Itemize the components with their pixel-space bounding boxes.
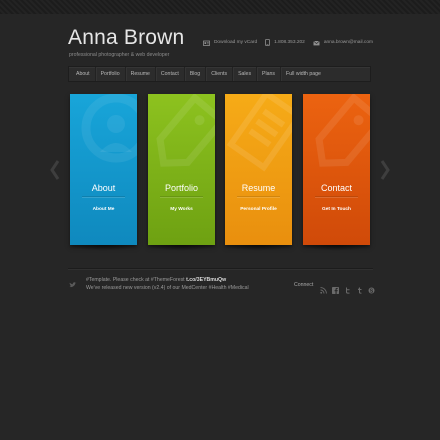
top-texture-strip — [0, 0, 440, 14]
card-contact[interactable]: Contact Get In Touch — [303, 94, 370, 245]
mail-icon — [313, 40, 320, 45]
card-divider — [160, 196, 203, 197]
nav-item-resume[interactable]: Resume — [126, 67, 156, 81]
twitter-bird-icon — [69, 282, 77, 288]
nav-item-blog[interactable]: Blog — [185, 67, 207, 81]
header: Anna Brown professional photographer & w… — [68, 26, 373, 62]
card-about-title: About — [91, 183, 116, 193]
phone-item: 1.808.353.202 — [265, 39, 305, 46]
tag-icon — [315, 94, 370, 167]
facebook-icon[interactable] — [332, 281, 339, 294]
card-shadow — [148, 245, 215, 251]
main-nav: About Portfolio Resume Contact Blog Clie… — [68, 66, 371, 82]
card-resume-title: Resume — [241, 183, 276, 193]
card-portfolio[interactable]: Portfolio My Works — [148, 94, 215, 245]
site-title[interactable]: Anna Brown — [68, 26, 184, 50]
tweet-2: We've released new version (v2.4) of our… — [86, 284, 249, 291]
rss-icon[interactable] — [320, 281, 327, 294]
card-divider — [315, 196, 358, 197]
nav-item-portfolio[interactable]: Portfolio — [96, 67, 126, 81]
card-about-subtitle: About Me — [92, 207, 115, 212]
card-divider — [237, 196, 280, 197]
nav-item-about[interactable]: About — [71, 67, 96, 81]
pencil-icon — [226, 94, 292, 172]
tag-icon — [156, 94, 215, 167]
vcard-icon — [203, 40, 210, 46]
card-shadow — [70, 245, 137, 251]
card-resume[interactable]: Resume Personal Profile — [225, 94, 292, 245]
card-shadow — [303, 245, 370, 251]
tweet-1-link[interactable]: t.co/3EYBmuQw — [186, 277, 226, 283]
header-contacts: Download my vCard 1.808.353.202 anna.bro… — [195, 39, 373, 46]
card-portfolio-subtitle: My Works — [170, 207, 193, 212]
vcard-link[interactable]: Download my vCard — [203, 40, 257, 46]
latest-tweets: #Template. Please check at #ThemeForest … — [86, 277, 249, 292]
tumblr-icon[interactable] — [356, 281, 363, 294]
email-address: anna.brown@mail.com — [323, 40, 373, 45]
nav-item-plans[interactable]: Plans — [257, 67, 282, 81]
user-icon — [81, 94, 137, 163]
tweet-1-text: #Template. Please check at #ThemeForest — [86, 277, 185, 283]
site-tagline: professional photographer & web develope… — [69, 52, 170, 58]
slider-next-arrow-icon[interactable] — [380, 159, 390, 181]
skype-icon[interactable] — [368, 281, 375, 294]
twitter-icon[interactable] — [344, 281, 351, 294]
phone-icon — [265, 39, 270, 46]
nav-item-sales[interactable]: Sales — [233, 67, 258, 81]
connect-label: Connect — [294, 282, 314, 288]
card-contact-subtitle: Get In Touch — [322, 207, 351, 212]
card-contact-title: Contact — [320, 183, 353, 193]
vcard-label: Download my vCard — [213, 40, 258, 45]
phone-number: 1.808.353.202 — [274, 40, 305, 45]
card-about[interactable]: About About Me — [70, 94, 137, 245]
social-links — [320, 281, 375, 294]
card-portfolio-title: Portfolio — [164, 183, 199, 193]
email-link[interactable]: anna.brown@mail.com — [313, 40, 373, 46]
card-resume-subtitle: Personal Profile — [240, 207, 277, 212]
tweet-1: #Template. Please check at #ThemeForest … — [86, 277, 249, 285]
slider-prev-arrow-icon[interactable] — [50, 159, 60, 181]
nav-item-clients[interactable]: Clients — [206, 67, 234, 81]
card-divider — [82, 196, 125, 197]
footer-divider — [68, 268, 373, 269]
nav-item-full-width[interactable]: Full width page — [281, 67, 326, 81]
card-shadow — [225, 245, 292, 251]
nav-item-contact[interactable]: Contact — [156, 67, 185, 81]
